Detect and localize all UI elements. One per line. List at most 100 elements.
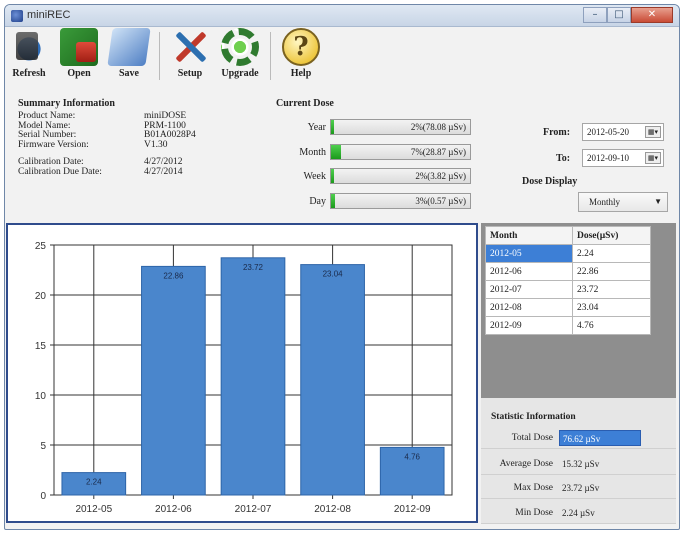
stat-value-field[interactable]: 76.62 µSv xyxy=(559,429,641,446)
upgrade-label: Upgrade xyxy=(221,68,259,79)
dose-table: Month Dose(µSv) 2012-05 2.24 2012-06 22.… xyxy=(485,226,651,335)
current-dose-title: Current Dose xyxy=(276,98,334,109)
upgrade-button[interactable]: Upgrade xyxy=(217,28,263,88)
chart-bar xyxy=(300,264,365,496)
dose-bar-chart: 0 5 10 15 20 25 2.24 2012-05 22.86 2012-06 23.72 20… xyxy=(35,241,453,515)
dose-cell[interactable]: 22.86 xyxy=(572,262,651,281)
open-button[interactable]: Open xyxy=(56,28,102,88)
dose-cell[interactable]: 4.76 xyxy=(572,316,651,335)
dose-label: Week xyxy=(303,170,326,182)
stat-label: Average Dose xyxy=(499,458,553,469)
dose-row-day: Day 3%(0.57 µSv) xyxy=(290,192,490,210)
window-controls: – □ ✕ xyxy=(583,7,673,24)
bar-data-label: 22.86 xyxy=(163,271,184,280)
right-panel: Month Dose(µSv) 2012-05 2.24 2012-06 22.… xyxy=(481,223,676,524)
column-header-dose[interactable]: Dose(µSv) xyxy=(572,226,651,245)
month-cell[interactable]: 2012-06 xyxy=(485,262,573,281)
stat-value-field[interactable]: 2.24 µSv xyxy=(559,505,641,521)
setup-icon xyxy=(171,28,209,66)
dose-table-area: Month Dose(µSv) 2012-05 2.24 2012-06 22.… xyxy=(481,223,676,398)
calendar-dropdown-icon[interactable]: ▦▾ xyxy=(645,152,661,164)
stat-label: Total Dose xyxy=(511,432,553,443)
chart-bar xyxy=(141,265,206,496)
to-date-value: 2012-09-10 xyxy=(587,153,629,163)
x-tick-label: 2012-05 xyxy=(75,504,112,515)
dose-progress-fill xyxy=(331,120,334,134)
table-row[interactable]: 2012-08 23.04 xyxy=(485,298,651,317)
y-tick-label: 5 xyxy=(40,441,46,452)
save-icon xyxy=(107,28,151,66)
bar-data-label: 4.76 xyxy=(404,452,420,461)
month-cell[interactable]: 2012-07 xyxy=(485,280,573,299)
table-row[interactable]: 2012-05 2.24 xyxy=(485,244,651,263)
stat-row-min: Min Dose 2.24 µSv xyxy=(481,502,676,524)
bar-data-label: 23.72 xyxy=(243,263,264,272)
chevron-down-icon: ▼ xyxy=(654,197,662,206)
dose-label: Month xyxy=(299,146,326,158)
toolbar-separator xyxy=(270,32,271,80)
window-title: miniREC xyxy=(27,9,71,21)
summary-title: Summary Information xyxy=(18,98,115,109)
from-date-value: 2012-05-20 xyxy=(587,127,629,137)
to-date-picker[interactable]: 2012-09-10 ▦▾ xyxy=(582,149,664,167)
upgrade-icon xyxy=(221,28,259,66)
dose-cell[interactable]: 23.72 xyxy=(572,280,651,299)
y-tick-label: 20 xyxy=(35,291,47,302)
dose-label: Day xyxy=(309,195,326,207)
dose-cell[interactable]: 23.04 xyxy=(572,298,651,317)
x-tick-label: 2012-06 xyxy=(155,504,192,515)
table-row[interactable]: 2012-06 22.86 xyxy=(485,262,651,281)
summary-row: Firmware Version: V1.30 xyxy=(18,139,258,151)
minimize-button[interactable]: – xyxy=(583,7,607,23)
summary-key: Firmware Version: xyxy=(18,139,89,150)
summary-row: Calibration Due Date: 4/27/2014 xyxy=(18,166,258,178)
dose-progress-fill xyxy=(331,145,341,159)
refresh-icon xyxy=(10,28,48,66)
refresh-button[interactable]: Refresh xyxy=(6,28,52,88)
chart-bar xyxy=(220,257,286,496)
column-header-month[interactable]: Month xyxy=(485,226,573,245)
x-tick-label: 2012-07 xyxy=(235,504,272,515)
x-tick-label: 2012-08 xyxy=(314,504,351,515)
dose-progress-fill xyxy=(331,194,336,208)
stat-value-field[interactable]: 15.32 µSv xyxy=(559,456,641,472)
from-date-picker[interactable]: 2012-05-20 ▦▾ xyxy=(582,123,664,141)
table-row[interactable]: 2012-07 23.72 xyxy=(485,280,651,299)
summary-key: Calibration Due Date: xyxy=(18,166,102,177)
statistic-title: Statistic Information xyxy=(491,412,576,422)
summary-value: V1.30 xyxy=(144,139,168,150)
y-tick-label: 10 xyxy=(35,391,47,402)
month-cell[interactable]: 2012-09 xyxy=(485,316,573,335)
summary-panel: Product Name: miniDOSE Model Name: PRM-110… xyxy=(18,111,258,178)
y-tick-label: 25 xyxy=(35,241,47,252)
dose-row-year: Year 2%(78.08 µSv) xyxy=(290,118,490,136)
dose-chart: 0 5 10 15 20 25 2.24 2012-05 22.86 2012-06 23.72 20… xyxy=(6,223,478,523)
help-label: Help xyxy=(290,68,312,79)
table-header-row: Month Dose(µSv) xyxy=(485,226,651,245)
dose-display-select[interactable]: Monthly ▼ xyxy=(578,192,668,212)
dose-value: 2%(3.82 µSv) xyxy=(415,171,466,181)
help-icon: ? xyxy=(282,28,320,66)
save-button[interactable]: Save xyxy=(106,28,152,88)
y-tick-label: 0 xyxy=(40,491,46,502)
table-row[interactable]: 2012-09 4.76 xyxy=(485,316,651,335)
maximize-button[interactable]: □ xyxy=(607,7,631,23)
stat-value-field[interactable]: 23.72 µSv xyxy=(559,480,641,496)
calendar-dropdown-icon[interactable]: ▦▾ xyxy=(645,126,661,138)
save-label: Save xyxy=(119,68,139,79)
stat-label: Min Dose xyxy=(515,507,553,518)
dose-value: 3%(0.57 µSv) xyxy=(415,196,466,206)
close-button[interactable]: ✕ xyxy=(631,7,673,23)
help-button[interactable]: ? Help xyxy=(278,28,324,88)
month-cell[interactable]: 2012-05 xyxy=(485,244,573,263)
dose-progress-bar: 2%(78.08 µSv) xyxy=(330,119,471,135)
open-label: Open xyxy=(67,68,91,79)
title-bar: miniREC – □ ✕ xyxy=(5,5,679,27)
setup-button[interactable]: Setup xyxy=(167,28,213,88)
month-cell[interactable]: 2012-08 xyxy=(485,298,573,317)
dose-progress-bar: 3%(0.57 µSv) xyxy=(330,193,471,209)
dose-cell[interactable]: 2.24 xyxy=(572,244,651,263)
to-label: To: xyxy=(556,153,571,164)
refresh-label: Refresh xyxy=(12,68,46,79)
setup-label: Setup xyxy=(177,68,203,79)
